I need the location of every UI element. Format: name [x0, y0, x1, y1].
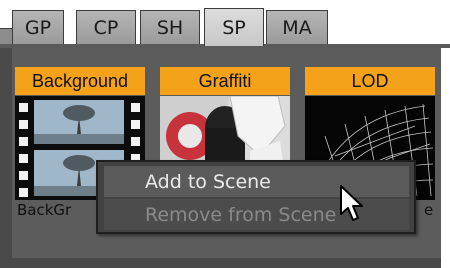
item-caption-lod: e [424, 201, 434, 219]
item-title-lod[interactable]: LOD [305, 67, 435, 95]
panel-right-margin [441, 48, 450, 268]
tab-ma[interactable]: MA [266, 10, 328, 44]
panel-bottom-border [0, 258, 441, 268]
mouse-pointer-icon [340, 185, 363, 221]
item-caption-background: BackGr [17, 201, 72, 219]
script-panel-window: GP CP SH SP MA Background BackGr Graffit… [0, 0, 450, 268]
tab-sp[interactable]: SP [204, 8, 264, 46]
tab-gp[interactable]: GP [12, 10, 64, 44]
context-menu: Add to Scene Remove from Scene [96, 160, 416, 234]
panel-left-border [0, 48, 12, 268]
tab-strip: GP CP SH SP MA [0, 0, 450, 48]
item-title-graffiti[interactable]: Graffiti [160, 67, 290, 95]
item-title-background[interactable]: Background [15, 67, 145, 95]
tab-sh[interactable]: SH [140, 10, 200, 44]
tab-cp[interactable]: CP [76, 10, 136, 44]
tab-strip-edge [0, 28, 12, 45]
